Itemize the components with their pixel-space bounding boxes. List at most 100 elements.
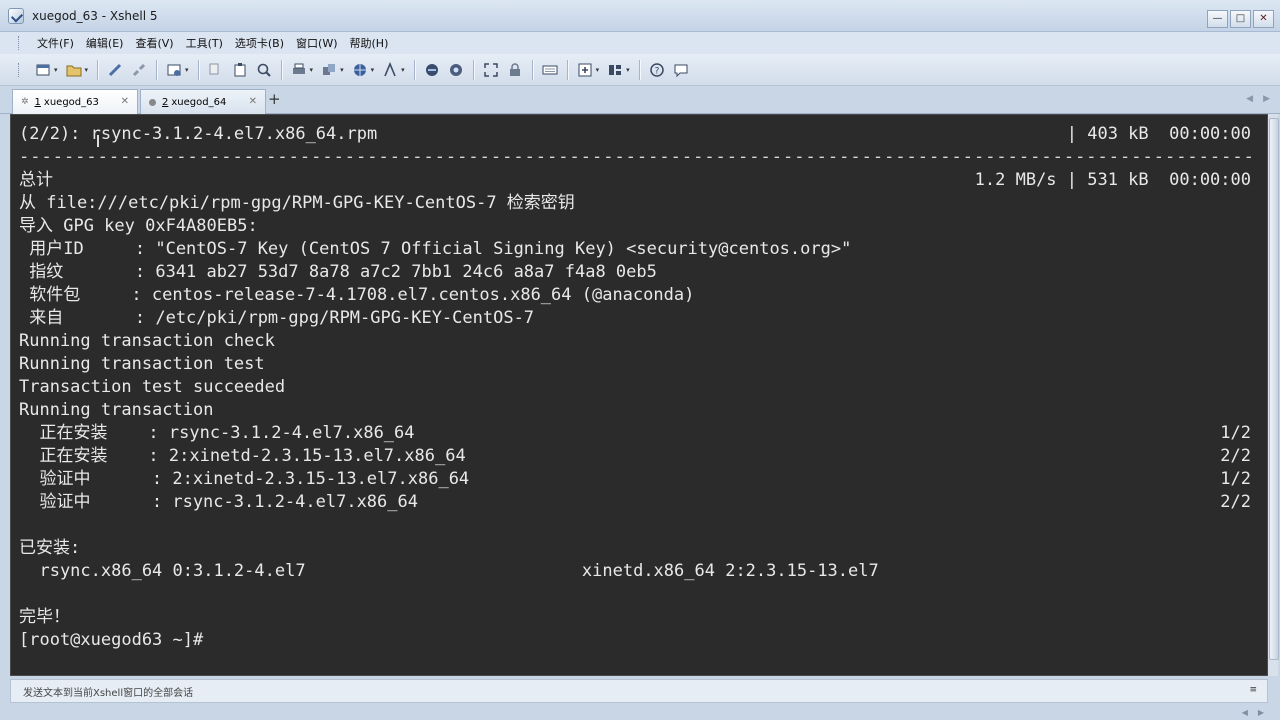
toolbar-separator <box>531 59 533 80</box>
terminal-line-right-text: 1/2 <box>1220 423 1251 443</box>
fullscreen-icon[interactable] <box>481 60 501 80</box>
compose-menu-icon[interactable]: ≡ <box>1249 685 1257 695</box>
footer-next-icon[interactable]: ▶ <box>1258 708 1264 717</box>
xmanager-icon[interactable] <box>446 60 466 80</box>
globe-icon[interactable] <box>350 60 370 80</box>
close-button[interactable]: ✕ <box>1253 10 1274 28</box>
new-session-dropdown[interactable]: ▾ <box>54 66 58 74</box>
terminal-line: rsync.x86_64 0:3.1.2-4.el7 xinetd.x86_64… <box>19 560 1251 583</box>
compose-icon[interactable] <box>575 60 595 80</box>
terminal-line-text: 来自 : /etc/pki/rpm-gpg/RPM-GPG-KEY-CentOS… <box>19 308 535 328</box>
lock-icon[interactable] <box>505 60 525 80</box>
terminal-line: 正在安装 : rsync-3.1.2-4.el7.x86_64 1/2 <box>19 422 1251 445</box>
tab-next-icon[interactable]: ▶ <box>1263 94 1270 104</box>
tab-close-icon[interactable]: ✕ <box>121 96 129 107</box>
toolbar-separator <box>472 59 474 80</box>
terminal-line-text: (2/2): rsync-3.1.2-4.el7.x86_64.rpm <box>19 124 378 144</box>
terminal-line: 验证中 : 2:xinetd-2.3.15-13.el7.x86_64 1/2 <box>19 468 1251 491</box>
connect-icon[interactable] <box>105 60 125 80</box>
terminal-line-text: 导入 GPG key 0xF4A80EB5: <box>19 216 258 236</box>
terminal-line: 已安装: <box>19 537 1251 560</box>
terminal-line-right-text: 1.2 MB/s | 531 kB 00:00:00 <box>974 170 1251 190</box>
toolbar-separator <box>638 59 640 80</box>
maximize-button[interactable]: □ <box>1230 10 1251 28</box>
compose-bar[interactable]: 发送文本到当前Xshell窗口的全部会话 ≡ <box>10 679 1268 703</box>
terminal-line-text: rsync.x86_64 0:3.1.2-4.el7 xinetd.x86_64… <box>19 561 879 581</box>
terminal-line-text: ----------------------------------------… <box>19 147 1255 167</box>
menubar-grip[interactable] <box>18 36 21 50</box>
terminal-line: (2/2): rsync-3.1.2-4.el7.x86_64.rpm | 403… <box>19 123 1251 146</box>
chat-icon[interactable] <box>671 60 691 80</box>
terminal-pane[interactable]: (2/2): rsync-3.1.2-4.el7.x86_64.rpm | 403… <box>10 114 1268 676</box>
session-tab-bar: ✲ 1 xuegod_63 ✕ 2 xuegod_64 ✕ + ◀ ▶ <box>0 86 1280 114</box>
menu-edit[interactable]: 编辑(E) <box>80 35 130 51</box>
new-session-icon[interactable] <box>33 60 53 80</box>
find-icon[interactable] <box>254 60 274 80</box>
bottom-strip: ◀ ▶ <box>0 704 1280 720</box>
paste-icon[interactable] <box>230 60 250 80</box>
tab-status-icon: ✲ <box>21 97 29 107</box>
terminal-line-right-text: 2/2 <box>1220 492 1251 512</box>
menu-help[interactable]: 帮助(H) <box>344 35 395 51</box>
terminal-line-text: Running transaction check <box>19 331 275 351</box>
font-dropdown[interactable]: ▾ <box>401 66 405 74</box>
print-icon[interactable] <box>289 60 309 80</box>
tab-navigation: ◀ ▶ <box>1246 94 1270 104</box>
menu-window[interactable]: 窗口(W) <box>290 35 343 51</box>
globe-dropdown[interactable]: ▾ <box>371 66 375 74</box>
copy-icon[interactable] <box>206 60 226 80</box>
toolbar-separator <box>156 59 158 80</box>
terminal-line-text: Running transaction <box>19 400 214 420</box>
terminal-line-text: 验证中 : rsync-3.1.2-4.el7.x86_64 <box>19 492 418 512</box>
terminal-line-text: 正在安装 : 2:xinetd-2.3.15-13.el7.x86_64 <box>19 446 466 466</box>
footer-prev-icon[interactable]: ◀ <box>1242 708 1248 717</box>
title-bar: xuegod_63 - Xshell 5 — □ ✕ <box>0 0 1280 32</box>
print-dropdown[interactable]: ▾ <box>310 66 314 74</box>
font-icon[interactable] <box>380 60 400 80</box>
keyboard-icon[interactable] <box>540 60 560 80</box>
tab-label: xuegod_64 <box>171 96 227 108</box>
terminal-line-text: Running transaction test <box>19 354 265 374</box>
new-window-dropdown[interactable]: ▾ <box>185 66 189 74</box>
terminal-scrollbar[interactable] <box>1268 114 1279 676</box>
terminal-line: 正在安装 : 2:xinetd-2.3.15-13.el7.x86_64 2/2 <box>19 445 1251 468</box>
menu-view[interactable]: 查看(V) <box>129 35 179 51</box>
new-window-icon[interactable] <box>164 60 184 80</box>
menu-file[interactable]: 文件(F) <box>31 35 80 51</box>
terminal-line: [root@xuegod63 ~]# <box>19 629 1251 652</box>
tab-number: 1 <box>34 96 41 108</box>
toolbar: ▾ ▾ ▾ ▾ ▾ ▾ ▾ ▾ ▾ ? <box>0 54 1280 86</box>
open-dropdown[interactable]: ▾ <box>85 66 89 74</box>
tab-xuegod-63[interactable]: ✲ 1 xuegod_63 ✕ <box>12 89 138 114</box>
tab-close-icon[interactable]: ✕ <box>249 96 257 107</box>
toolbar-separator <box>97 59 99 80</box>
menu-tab[interactable]: 选项卡(B) <box>229 35 290 51</box>
terminal-line: Transaction test succeeded <box>19 376 1251 399</box>
minimize-button[interactable]: — <box>1207 10 1228 28</box>
terminal-output: (2/2): rsync-3.1.2-4.el7.x86_64.rpm | 403… <box>19 123 1254 652</box>
terminal-line-text: 验证中 : 2:xinetd-2.3.15-13.el7.x86_64 <box>19 469 470 489</box>
layout-icon[interactable] <box>605 60 625 80</box>
terminal-line: Running transaction test <box>19 353 1251 376</box>
compose-placeholder: 发送文本到当前Xshell窗口的全部会话 <box>23 687 194 699</box>
help-icon[interactable]: ? <box>647 60 667 80</box>
toolbar-grip[interactable] <box>18 62 21 77</box>
open-folder-icon[interactable] <box>64 60 84 80</box>
transfer-icon[interactable] <box>319 60 339 80</box>
disconnect-icon[interactable] <box>129 60 149 80</box>
layout-dropdown[interactable]: ▾ <box>626 66 630 74</box>
menu-tools[interactable]: 工具(T) <box>180 35 229 51</box>
tab-prev-icon[interactable]: ◀ <box>1246 94 1253 104</box>
xftp-icon[interactable] <box>422 60 442 80</box>
compose-dropdown[interactable]: ▾ <box>596 66 600 74</box>
terminal-line: 总计 1.2 MB/s | 531 kB 00:00:00 <box>19 169 1251 192</box>
transfer-dropdown[interactable]: ▾ <box>340 66 344 74</box>
add-tab-button[interactable]: + <box>268 90 281 108</box>
terminal-line-text: 已安装: <box>19 538 81 558</box>
terminal-line: Running transaction <box>19 399 1251 422</box>
terminal-line: 从 file:///etc/pki/rpm-gpg/RPM-GPG-KEY-Ce… <box>19 192 1251 215</box>
terminal-line: 导入 GPG key 0xF4A80EB5: <box>19 215 1251 238</box>
tab-xuegod-64[interactable]: 2 xuegod_64 ✕ <box>140 89 266 114</box>
terminal-line: Running transaction check <box>19 330 1251 353</box>
